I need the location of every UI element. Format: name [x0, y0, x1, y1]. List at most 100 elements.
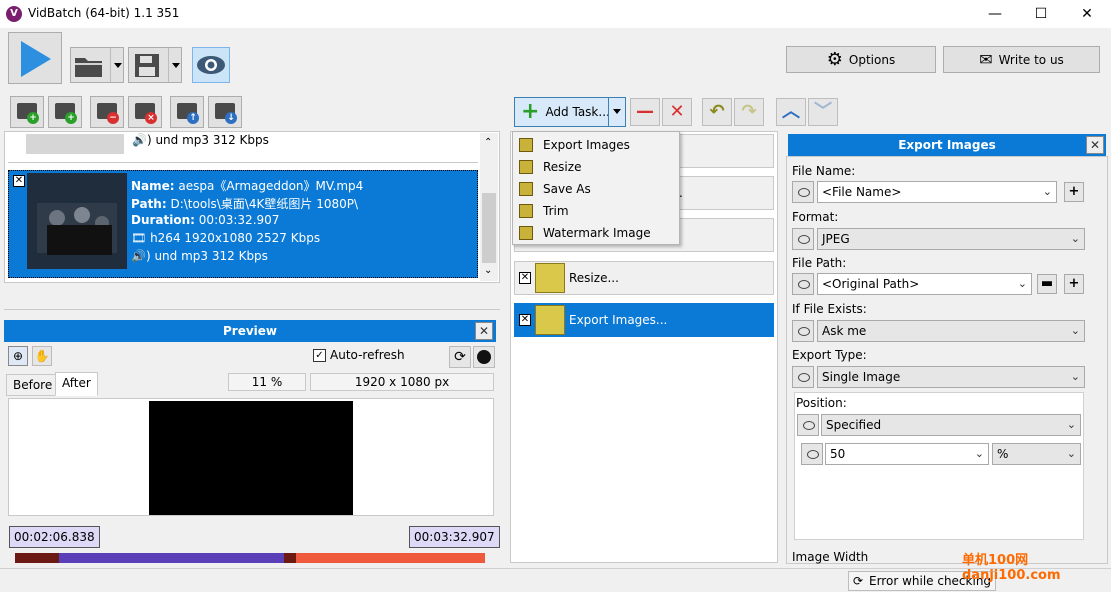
- file-name-input[interactable]: <File Name> ⌄: [817, 181, 1057, 203]
- path-label: Path:: [131, 197, 167, 211]
- remove-file-button[interactable]: −: [90, 96, 124, 128]
- minus-icon: −: [107, 112, 119, 124]
- position-select[interactable]: Specified ⌄: [821, 414, 1081, 436]
- film-icon: 🎞: [131, 231, 147, 245]
- file-list-scrollbar[interactable]: ⌃ ⌄: [480, 133, 498, 281]
- image-width-label: Image Width: [792, 550, 869, 564]
- export-type-select[interactable]: Single Image ⌄: [817, 366, 1085, 388]
- move-task-up-button[interactable]: ︿: [776, 98, 806, 126]
- task-label: Export Images...: [569, 313, 668, 327]
- tab-before[interactable]: Before: [6, 374, 60, 396]
- maximize-button[interactable]: ☐: [1018, 0, 1064, 28]
- file-path: D:\tools\桌面\4K壁纸图片 1080P\: [170, 197, 359, 211]
- end-time[interactable]: 00:03:32.907: [409, 526, 500, 548]
- options-button[interactable]: ⚙ Options: [786, 46, 936, 73]
- if-exists-select[interactable]: Ask me ⌄: [817, 320, 1085, 342]
- zoom-tool-button[interactable]: ⊕: [8, 346, 28, 366]
- window-title: VidBatch (64-bit) 1.1 351: [28, 6, 180, 20]
- background-color-button[interactable]: [473, 346, 495, 368]
- undo-button[interactable]: ↶: [702, 98, 732, 126]
- remove-task-button[interactable]: —: [630, 98, 660, 126]
- file-name-preview-button[interactable]: [792, 181, 814, 203]
- item-checkbox[interactable]: ✕: [13, 175, 25, 187]
- menu-item-watermark-image[interactable]: Watermark Image: [513, 222, 679, 244]
- position-unit-value: %: [997, 447, 1009, 461]
- add-task-dropdown-arrow[interactable]: [608, 97, 626, 127]
- format-select[interactable]: JPEG ⌄: [817, 228, 1085, 250]
- plus-icon: +: [521, 99, 540, 124]
- arrow-down-icon: ↓: [225, 112, 237, 124]
- position-amount-preview-button[interactable]: [801, 443, 823, 465]
- clear-files-button[interactable]: ×: [128, 96, 162, 128]
- zoom-level: 11 %: [228, 373, 306, 391]
- add-file-button[interactable]: +: [10, 96, 44, 128]
- position-unit-select[interactable]: % ⌄: [992, 443, 1081, 465]
- auto-refresh-checkbox[interactable]: ✓: [313, 349, 326, 362]
- scroll-thumb[interactable]: [482, 193, 496, 263]
- save-dropdown-arrow[interactable]: [168, 48, 181, 82]
- run-button[interactable]: [8, 32, 62, 84]
- start-time[interactable]: 00:02:06.838: [9, 526, 100, 548]
- move-down-file-button[interactable]: ↓: [208, 96, 242, 128]
- auto-refresh-label: Auto-refresh: [330, 348, 405, 362]
- speaker-icon: 🔊): [131, 249, 151, 263]
- refresh-button[interactable]: ⟳: [449, 346, 471, 368]
- video-info: h264 1920x1080 2527 Kbps: [150, 231, 321, 245]
- export-type-value: Single Image: [822, 370, 901, 384]
- save-button[interactable]: [128, 47, 182, 83]
- preview-canvas[interactable]: [8, 398, 494, 516]
- move-task-down-button[interactable]: ﹀: [808, 98, 838, 126]
- color-circle-icon: [477, 350, 491, 364]
- add-folder-button[interactable]: +: [48, 96, 82, 128]
- options-label: Options: [848, 52, 896, 67]
- file-path-add-button[interactable]: +: [1064, 274, 1084, 294]
- clear-tasks-button[interactable]: ✕: [662, 98, 692, 126]
- timeline-playhead[interactable]: [284, 553, 296, 563]
- task-checkbox[interactable]: ✕: [519, 272, 531, 284]
- menu-label: Save As: [543, 182, 591, 196]
- menu-item-resize[interactable]: Resize: [513, 156, 679, 178]
- menu-item-trim[interactable]: Trim: [513, 200, 679, 222]
- chevron-down-icon: [613, 109, 621, 114]
- add-task-menu: Export Images Resize Save As Trim Waterm…: [512, 131, 680, 245]
- task-checkbox[interactable]: ✕: [519, 314, 531, 326]
- file-path-input[interactable]: <Original Path> ⌄: [817, 273, 1032, 295]
- preview-toggle-button[interactable]: [192, 47, 230, 83]
- file-path-preview-button[interactable]: [792, 273, 814, 295]
- file-name-add-button[interactable]: +: [1064, 182, 1084, 202]
- scroll-down-icon[interactable]: ⌄: [484, 265, 492, 276]
- scroll-up-icon[interactable]: ⌃: [484, 137, 492, 148]
- plus-icon: +: [65, 112, 77, 124]
- preview-close-button[interactable]: ✕: [475, 322, 493, 340]
- eye-icon: [197, 56, 225, 74]
- properties-close-button[interactable]: ✕: [1086, 136, 1104, 154]
- pan-tool-button[interactable]: ✋: [32, 346, 52, 366]
- browse-folder-button[interactable]: ▬: [1037, 274, 1057, 294]
- minimize-button[interactable]: —: [972, 0, 1018, 28]
- duration-label: Duration:: [131, 213, 195, 227]
- tab-after[interactable]: After: [55, 372, 98, 396]
- move-up-file-button[interactable]: ↑: [170, 96, 204, 128]
- export-type-preview-button[interactable]: [792, 366, 814, 388]
- menu-item-export-images[interactable]: Export Images: [513, 134, 679, 156]
- audio-info: und mp3 312 Kbps: [154, 249, 268, 263]
- close-window-button[interactable]: ✕: [1064, 0, 1110, 28]
- previous-item-audio: 🔊) und mp3 312 Kbps: [132, 133, 269, 147]
- timeline-bar[interactable]: [15, 553, 485, 563]
- task-list-item[interactable]: ✕ Resize...: [514, 261, 774, 295]
- write-to-us-button[interactable]: ✉ Write to us: [943, 46, 1100, 73]
- watermark-icon: [519, 226, 533, 240]
- position-amount-input[interactable]: 50 ⌄: [825, 443, 989, 465]
- write-label: Write to us: [998, 52, 1064, 67]
- redo-button[interactable]: ↷: [734, 98, 764, 126]
- format-preview-button[interactable]: [792, 228, 814, 250]
- file-list-item[interactable]: ✕ Name: aespa《Armageddon》MV.mp4 Path: D:…: [8, 170, 478, 278]
- open-dropdown-arrow[interactable]: [110, 48, 123, 82]
- splitter[interactable]: [4, 286, 500, 310]
- menu-item-save-as[interactable]: Save As: [513, 178, 679, 200]
- plus-icon: +: [27, 112, 39, 124]
- if-exists-preview-button[interactable]: [792, 320, 814, 342]
- open-button[interactable]: [70, 47, 124, 83]
- position-preview-button[interactable]: [797, 414, 819, 436]
- task-list-item[interactable]: ✕ Export Images...: [514, 303, 774, 337]
